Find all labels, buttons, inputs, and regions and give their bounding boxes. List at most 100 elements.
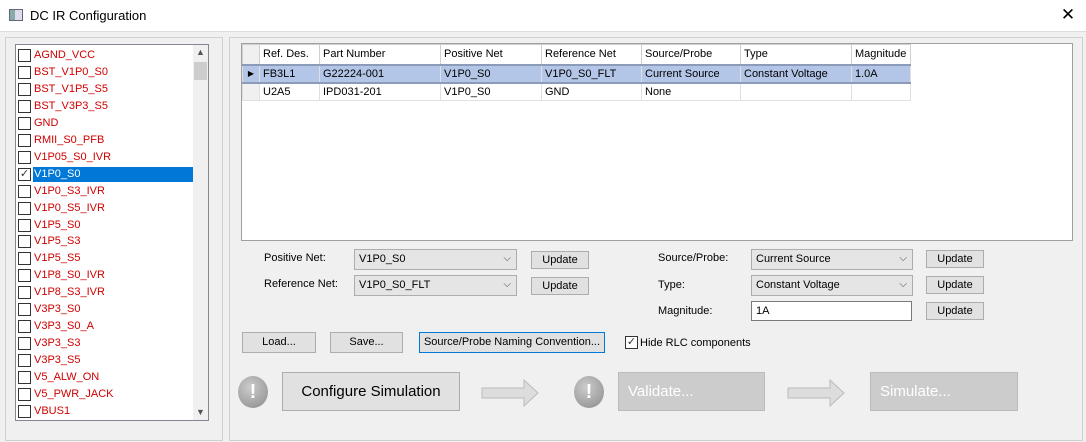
checkbox-icon[interactable] xyxy=(18,337,31,351)
component-grid[interactable]: Ref. Des. Part Number Positive Net Referenc… xyxy=(241,43,1073,241)
configure-simulation-button[interactable]: Configure Simulation xyxy=(282,372,460,411)
checkbox-icon[interactable] xyxy=(18,150,31,164)
net-item[interactable]: V1P8_S3_IVR xyxy=(18,285,193,300)
checkbox-icon[interactable] xyxy=(18,404,31,418)
column-header[interactable]: Positive Net xyxy=(440,44,542,65)
checkbox-icon[interactable] xyxy=(18,235,31,249)
checkbox-icon[interactable]: ✓ xyxy=(625,336,638,349)
checkbox-icon[interactable] xyxy=(18,99,31,113)
checkbox-icon[interactable] xyxy=(18,303,31,317)
checkbox-icon[interactable] xyxy=(18,218,31,232)
net-item[interactable]: GND xyxy=(18,116,193,131)
table-row[interactable]: ▶ FB3L1 G22224-001 V1P0_S0 V1P0_S0_FLT Curren… xyxy=(242,63,911,84)
net-item[interactable]: BST_V1P5_S5 xyxy=(18,82,193,97)
net-item[interactable]: V5_PWR_JACK xyxy=(18,387,193,402)
net-item[interactable]: V1P5_S5 xyxy=(18,251,193,266)
net-item[interactable]: BST_V1P0_S0 xyxy=(18,65,193,80)
checkbox-icon[interactable] xyxy=(18,116,31,130)
net-item[interactable]: V1P0_S5_IVR xyxy=(18,201,193,216)
row-header[interactable]: ▶ xyxy=(242,63,260,84)
net-item[interactable]: V1P5_S3 xyxy=(18,234,193,249)
table-cell[interactable]: Current Source xyxy=(641,63,741,84)
checkbox-icon[interactable] xyxy=(18,269,31,283)
table-cell[interactable]: GND xyxy=(541,82,642,101)
checkbox-icon[interactable] xyxy=(18,133,31,147)
table-cell[interactable]: V1P0_S0_FLT xyxy=(541,63,642,84)
update-type-button[interactable]: Update xyxy=(926,276,984,294)
net-item[interactable]: VBUS1 xyxy=(18,404,193,419)
net-item[interactable]: V3P3_S0 xyxy=(18,302,193,317)
reference-net-combo[interactable]: V1P0_S0_FLT ⌵ xyxy=(354,275,517,296)
update-source-probe-button[interactable]: Update xyxy=(926,250,984,268)
net-list-scrollbar[interactable]: ▲ ▼ xyxy=(193,45,208,420)
hide-rlc-checkbox[interactable]: ✓ Hide RLC components xyxy=(625,336,751,349)
scroll-down-icon[interactable]: ▼ xyxy=(193,405,208,420)
table-cell[interactable]: V1P0_S0 xyxy=(440,63,542,84)
net-item[interactable]: V1P5_S0 xyxy=(18,218,193,233)
checkbox-icon[interactable] xyxy=(18,320,31,334)
table-cell[interactable]: IPD031-201 xyxy=(319,82,441,101)
row-header[interactable] xyxy=(242,82,260,101)
net-item[interactable]: V1P8_S0_IVR xyxy=(18,268,193,283)
column-header[interactable]: Part Number xyxy=(319,44,441,65)
validate-button[interactable]: Validate... xyxy=(618,372,765,411)
column-header[interactable]: Source/Probe xyxy=(641,44,741,65)
table-cell[interactable]: V1P0_S0 xyxy=(440,82,542,101)
checkbox-icon[interactable] xyxy=(18,82,31,96)
simulate-button[interactable]: Simulate... xyxy=(870,372,1018,411)
update-positive-net-button[interactable]: Update xyxy=(531,251,589,269)
net-item[interactable]: V5_ALW_ON xyxy=(18,370,193,385)
table-cell[interactable] xyxy=(851,82,911,101)
checkbox-icon[interactable] xyxy=(18,184,31,198)
net-item[interactable]: RMII_S0_PFB xyxy=(18,133,193,148)
checkbox-icon[interactable] xyxy=(18,354,31,368)
table-cell[interactable] xyxy=(740,82,852,101)
chevron-down-icon: ⌵ xyxy=(503,253,511,264)
net-item[interactable]: V3P3_S5 xyxy=(18,353,193,368)
magnitude-input[interactable]: 1A xyxy=(751,301,912,321)
net-label: AGND_VCC xyxy=(34,49,96,61)
scroll-thumb[interactable] xyxy=(194,62,207,80)
column-header[interactable]: Reference Net xyxy=(541,44,642,65)
net-item[interactable]: V1P0_S3_IVR xyxy=(18,184,193,199)
net-label: V3P3_S5 xyxy=(34,354,81,367)
table-cell[interactable]: U2A5 xyxy=(259,82,320,101)
column-header[interactable]: Ref. Des. xyxy=(259,44,320,65)
net-list[interactable]: AGND_VCC BST_V1P0_S0 BST_V1P5_S5 BST_V3P3_S… xyxy=(15,44,209,421)
table-cell[interactable]: 1.0A xyxy=(851,63,911,84)
column-header[interactable]: Magnitude xyxy=(851,44,911,65)
net-item[interactable]: BST_V3P3_S5 xyxy=(18,99,193,114)
table-cell[interactable]: Constant Voltage xyxy=(740,63,852,84)
checkbox-icon[interactable] xyxy=(18,252,31,266)
checkbox-icon[interactable] xyxy=(18,286,31,300)
checkbox-icon[interactable]: ✓ xyxy=(18,167,31,181)
checkbox-icon[interactable] xyxy=(18,49,31,62)
net-item[interactable]: ✓ V1P0_S0 xyxy=(18,166,193,182)
net-item[interactable]: V1P05_S0_IVR xyxy=(18,150,193,165)
close-button[interactable]: ✕ xyxy=(1056,4,1080,26)
column-header[interactable]: Type xyxy=(740,44,852,65)
checkbox-icon[interactable] xyxy=(18,65,31,79)
window-title: DC IR Configuration xyxy=(30,8,147,23)
load-button[interactable]: Load... xyxy=(242,332,316,353)
checkbox-icon[interactable] xyxy=(18,388,31,401)
table-cell[interactable]: FB3L1 xyxy=(259,63,320,84)
net-label: BST_V1P0_S0 xyxy=(34,65,108,78)
save-button[interactable]: Save... xyxy=(330,332,403,353)
scroll-up-icon[interactable]: ▲ xyxy=(193,45,208,60)
checkbox-icon[interactable] xyxy=(18,201,31,215)
update-magnitude-button[interactable]: Update xyxy=(926,302,984,320)
net-item[interactable]: AGND_VCC xyxy=(18,48,193,63)
net-item[interactable]: V3P3_S0_A xyxy=(18,319,193,334)
table-row[interactable]: U2A5 IPD031-201 V1P0_S0 GND None xyxy=(242,82,911,101)
checkbox-icon[interactable] xyxy=(18,371,31,385)
table-cell[interactable]: None xyxy=(641,82,741,101)
net-item[interactable]: V3P3_S3 xyxy=(18,336,193,351)
positive-net-combo[interactable]: V1P0_S0 ⌵ xyxy=(354,249,517,270)
update-reference-net-button[interactable]: Update xyxy=(531,277,589,295)
table-cell[interactable]: G22224-001 xyxy=(319,63,441,84)
source-probe-combo[interactable]: Current Source ⌵ xyxy=(751,249,913,270)
net-label: V1P5_S0 xyxy=(34,218,81,231)
naming-convention-button[interactable]: Source/Probe Naming Convention... xyxy=(419,332,605,353)
type-combo[interactable]: Constant Voltage ⌵ xyxy=(751,275,913,296)
